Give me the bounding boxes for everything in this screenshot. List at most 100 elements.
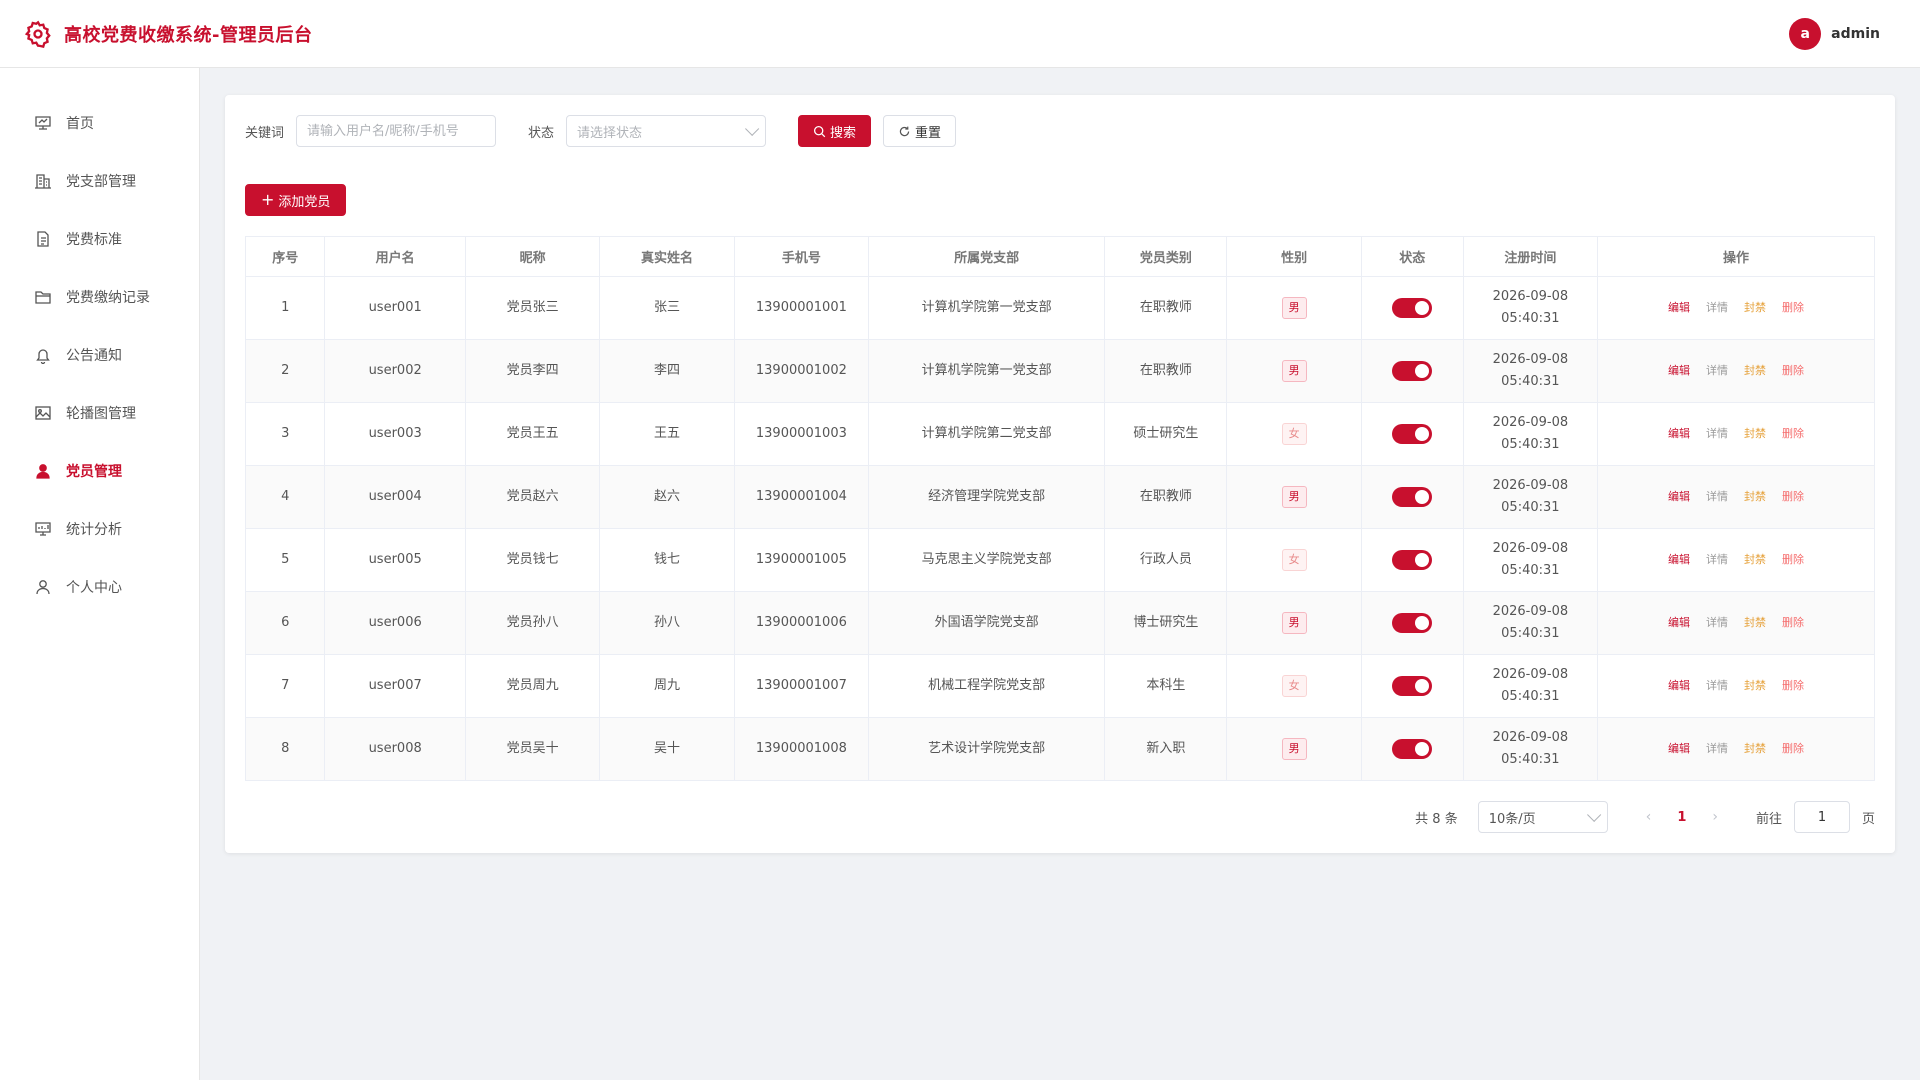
search-button[interactable]: 搜索	[798, 115, 872, 147]
delete-link[interactable]: 删除	[1782, 549, 1804, 571]
status-toggle[interactable]	[1392, 360, 1433, 381]
page-number-current[interactable]: 1	[1671, 810, 1692, 825]
column-header: 注册时间	[1462, 236, 1599, 277]
status-toggle[interactable]	[1392, 612, 1433, 633]
ban-link[interactable]: 封禁	[1744, 738, 1766, 760]
status-toggle[interactable]	[1392, 423, 1433, 444]
detail-link[interactable]: 详情	[1706, 612, 1728, 634]
keyword-label: 关键词	[245, 125, 285, 141]
delete-link[interactable]: 删除	[1782, 297, 1804, 319]
top-header: 高校党费收缴系统-管理员后台 a admin	[0, 0, 1920, 68]
table-row: 8 user008 党员吴十 吴十 13900001008 艺术设计学院党支部 新入职 男 20…	[244, 717, 1875, 781]
ban-link[interactable]: 封禁	[1744, 297, 1766, 319]
register-time-cell: 2026-09-08 05:40:31	[1462, 339, 1599, 403]
add-member-button[interactable]: + 添加党员	[245, 184, 347, 216]
table-row: 5 user005 党员钱七 钱七 13900001005 马克思主义学院党支部 行政人员 女…	[244, 528, 1875, 592]
realname-cell: 王五	[599, 402, 735, 466]
filter-bar: 关键词 状态 请选择状态 搜索 重置	[245, 115, 1875, 147]
delete-link[interactable]: 删除	[1782, 423, 1804, 445]
goto-page-input[interactable]	[1793, 801, 1850, 833]
reset-button[interactable]: 重置	[883, 115, 957, 147]
sidebar-item-chart[interactable]: 统计分析	[0, 500, 199, 558]
delete-link[interactable]: 删除	[1782, 738, 1804, 760]
category-cell: 在职教师	[1104, 276, 1228, 340]
sidebar-item-bell[interactable]: 公告通知	[0, 326, 199, 384]
delete-link[interactable]: 删除	[1782, 486, 1804, 508]
column-header: 真实姓名	[599, 236, 735, 277]
keyword-input[interactable]	[296, 115, 497, 147]
edit-link[interactable]: 编辑	[1668, 612, 1690, 634]
page-size-select[interactable]: 10条/页	[1477, 801, 1608, 833]
refresh-icon	[899, 126, 910, 136]
detail-link[interactable]: 详情	[1706, 486, 1728, 508]
sidebar-item-user[interactable]: 个人中心	[0, 558, 199, 616]
register-time: 05:40:31	[1501, 374, 1560, 389]
brand: 高校党费收缴系统-管理员后台	[24, 20, 312, 48]
nickname-cell: 党员张三	[464, 276, 601, 340]
edit-link[interactable]: 编辑	[1668, 297, 1690, 319]
total-count: 共 8 条	[1415, 811, 1458, 827]
detail-link[interactable]: 详情	[1706, 738, 1728, 760]
register-date: 2026-09-08	[1492, 415, 1569, 430]
bell-icon	[34, 346, 52, 364]
register-time-cell: 2026-09-08 05:40:31	[1462, 402, 1599, 466]
edit-link[interactable]: 编辑	[1668, 360, 1690, 382]
user-menu[interactable]: a admin	[1789, 17, 1880, 50]
register-time-cell: 2026-09-08 05:40:31	[1462, 591, 1599, 655]
username-cell: user002	[324, 339, 466, 403]
username[interactable]: admin	[1831, 26, 1880, 42]
sidebar-item-document[interactable]: 党费标准	[0, 210, 199, 268]
nickname-cell: 党员王五	[464, 402, 601, 466]
delete-link[interactable]: 删除	[1782, 612, 1804, 634]
register-date: 2026-09-08	[1492, 352, 1569, 367]
member-table: 序号 用户名 昵称 真实姓名 手机号 所属党支部 党员类别 性别 状态 注册时间 操作 1 user0…	[244, 236, 1875, 781]
edit-link[interactable]: 编辑	[1668, 738, 1690, 760]
status-toggle[interactable]	[1392, 486, 1433, 507]
app-title: 高校党费收缴系统-管理员后台	[64, 24, 313, 46]
realname-cell: 张三	[599, 276, 735, 340]
status-toggle[interactable]	[1392, 738, 1433, 759]
delete-link[interactable]: 删除	[1782, 675, 1804, 697]
nickname-cell: 党员吴十	[464, 717, 601, 781]
gender-cell: 男	[1226, 717, 1362, 781]
status-select[interactable]: 请选择状态	[566, 115, 767, 147]
next-page-icon[interactable]: ›	[1704, 809, 1726, 825]
gender-cell: 女	[1226, 528, 1362, 592]
edit-link[interactable]: 编辑	[1668, 549, 1690, 571]
username-cell: user001	[324, 276, 466, 340]
edit-link[interactable]: 编辑	[1668, 486, 1690, 508]
realname-cell: 孙八	[599, 591, 735, 655]
ban-link[interactable]: 封禁	[1744, 360, 1766, 382]
avatar[interactable]: a	[1789, 17, 1822, 50]
ban-link[interactable]: 封禁	[1744, 549, 1766, 571]
detail-link[interactable]: 详情	[1706, 297, 1728, 319]
actions-cell: 编辑 详情 封禁 删除	[1597, 717, 1875, 781]
ban-link[interactable]: 封禁	[1744, 612, 1766, 634]
gear-icon	[24, 20, 52, 48]
ban-link[interactable]: 封禁	[1744, 675, 1766, 697]
phone-cell: 13900001007	[733, 654, 870, 718]
ban-link[interactable]: 封禁	[1744, 486, 1766, 508]
prev-page-icon[interactable]: ‹	[1638, 809, 1660, 825]
sidebar-item-folder[interactable]: 党费缴纳记录	[0, 268, 199, 326]
actions-cell: 编辑 详情 封禁 删除	[1597, 339, 1875, 403]
table-row: 7 user007 党员周九 周九 13900001007 机械工程学院党支部 本科生 女 20…	[244, 654, 1875, 718]
ban-link[interactable]: 封禁	[1744, 423, 1766, 445]
search-icon	[814, 125, 826, 137]
table-row: 6 user006 党员孙八 孙八 13900001006 外国语学院党支部 博士研究生 男 2…	[244, 591, 1875, 655]
status-toggle[interactable]	[1392, 675, 1433, 696]
status-toggle[interactable]	[1392, 549, 1433, 570]
edit-link[interactable]: 编辑	[1668, 423, 1690, 445]
detail-link[interactable]: 详情	[1706, 675, 1728, 697]
detail-link[interactable]: 详情	[1706, 423, 1728, 445]
sidebar-item-user-filled[interactable]: 党员管理	[0, 442, 199, 500]
edit-link[interactable]: 编辑	[1668, 675, 1690, 697]
sidebar-item-image[interactable]: 轮播图管理	[0, 384, 199, 442]
detail-link[interactable]: 详情	[1706, 360, 1728, 382]
sidebar-item-building[interactable]: 党支部管理	[0, 152, 199, 210]
delete-link[interactable]: 删除	[1782, 360, 1804, 382]
status-toggle[interactable]	[1392, 297, 1433, 318]
status-cell	[1360, 591, 1464, 655]
sidebar-item-dashboard[interactable]: 首页	[0, 94, 199, 152]
detail-link[interactable]: 详情	[1706, 549, 1728, 571]
